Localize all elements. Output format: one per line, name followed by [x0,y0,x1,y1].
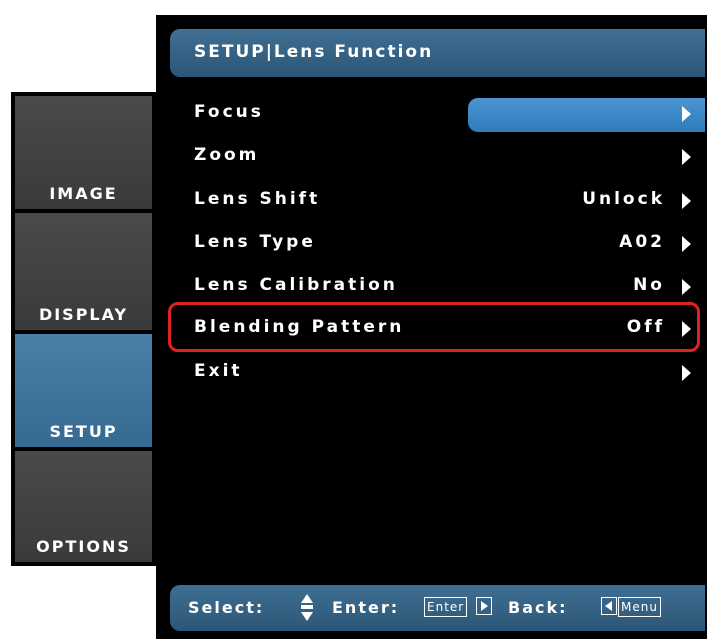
menu-row-label: Blending Pattern [194,317,405,337]
menu-row-value: Unlock [582,189,665,209]
menu-row-label: Zoom [194,145,260,165]
left-key-icon [601,597,617,615]
tab-display-label: DISPLAY [38,305,129,324]
enter-key-label: Enter [427,600,465,614]
help-bar: Select: Enter: Enter Back: Menu [170,585,705,631]
tab-options[interactable]: OPTIONS [15,451,152,562]
arrow-right-icon [682,365,691,381]
menu-row-label: Focus [194,102,264,122]
menu-row-label: Lens Shift [194,189,321,209]
osd-panel: SETUP|Lens Function Focus Zoom Lens Shif… [156,15,707,639]
tab-display[interactable]: DISPLAY [15,213,152,330]
menu-tabs: IMAGE DISPLAY SETUP OPTIONS [11,92,156,566]
menu-row-value: No [633,275,665,295]
selection-highlight [468,98,705,132]
up-down-icon [300,594,313,622]
select-label: Select: [188,598,265,617]
tab-image-label: IMAGE [49,184,118,203]
menu-row-label: Lens Type [194,232,316,252]
panel-header: SETUP|Lens Function [170,29,705,77]
enter-key-icon: Enter [424,597,468,617]
arrow-right-icon [682,279,691,295]
menu-row-blending-pattern[interactable]: Blending Pattern Off [170,311,705,347]
menu-key-icon: Menu [618,597,661,617]
arrow-right-icon [682,236,691,252]
menu-row-label: Lens Calibration [194,275,398,295]
tab-setup[interactable]: SETUP [15,334,152,447]
right-key-icon [476,597,492,615]
menu-key-label: Menu [621,600,658,614]
enter-label: Enter: [332,598,400,617]
tab-image[interactable]: IMAGE [15,96,152,209]
arrow-right-icon [682,149,691,165]
tab-setup-label: SETUP [49,422,118,441]
menu-row-lens-type[interactable]: Lens Type A02 [170,226,705,262]
arrow-right-icon [682,106,691,122]
arrow-right-icon [682,321,691,337]
page-title: SETUP|Lens Function [194,42,434,62]
menu-row-value: A02 [619,232,665,252]
menu-row-focus[interactable]: Focus [170,96,705,132]
menu-row-lens-calibration[interactable]: Lens Calibration No [170,269,705,305]
menu-row-label: Exit [194,361,243,381]
tab-options-label: OPTIONS [36,537,131,556]
menu-row-value: Off [626,317,665,337]
menu-row-lens-shift[interactable]: Lens Shift Unlock [170,183,705,219]
back-label: Back: [508,598,568,617]
menu-row-exit[interactable]: Exit [170,355,705,391]
menu-row-zoom[interactable]: Zoom [170,139,705,175]
arrow-right-icon [682,193,691,209]
